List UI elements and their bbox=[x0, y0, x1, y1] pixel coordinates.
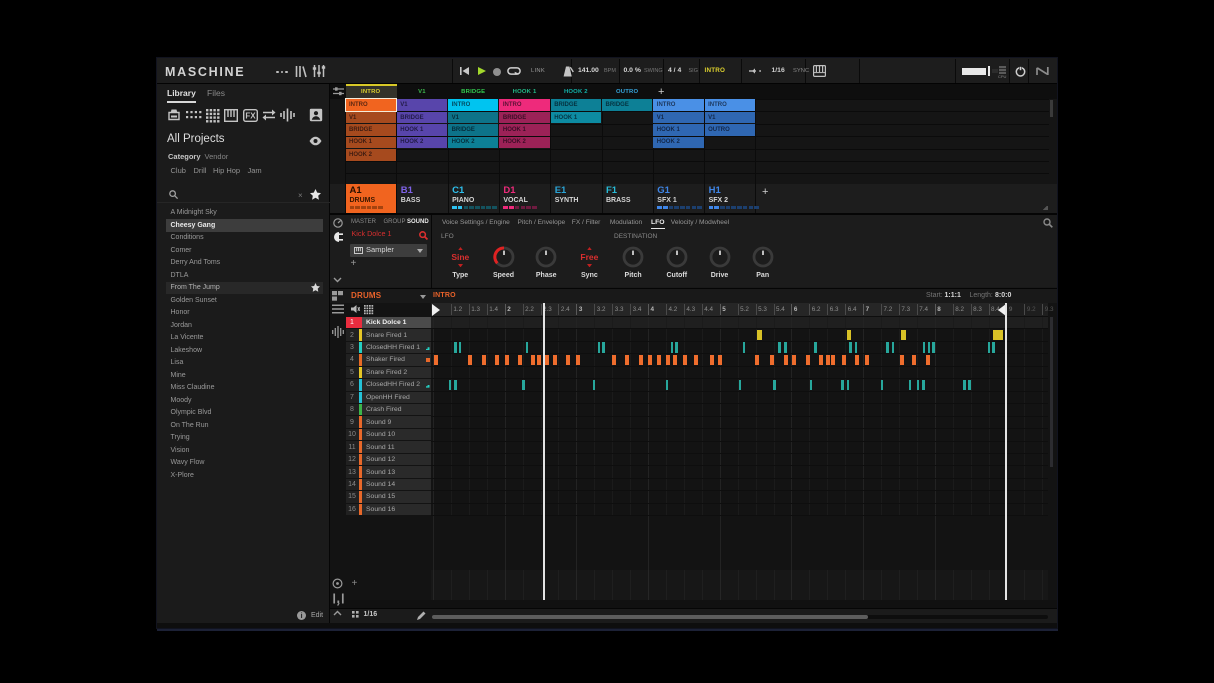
svg-text:FX: FX bbox=[245, 111, 256, 120]
